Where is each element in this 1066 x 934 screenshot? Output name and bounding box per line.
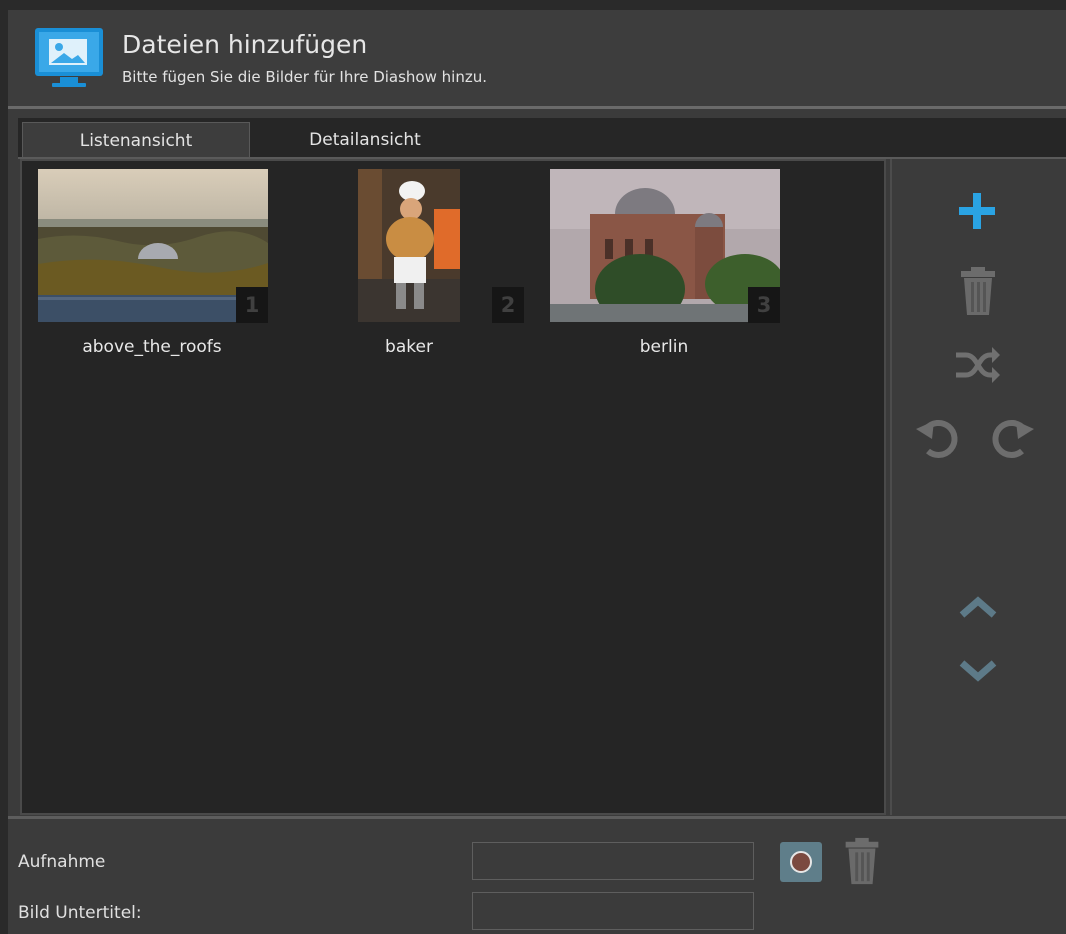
list-item[interactable]: 2 baker [322, 169, 524, 359]
shuffle-icon[interactable] [952, 345, 1002, 385]
list-item[interactable]: 3 berlin [548, 169, 780, 359]
monitor-image-icon [35, 28, 103, 87]
thumbnail-image [38, 169, 268, 322]
bottom-divider [8, 816, 1066, 819]
record-button[interactable] [780, 842, 822, 882]
image-number-badge: 1 [236, 287, 268, 323]
dialog-subtitle: Bitte fügen Sie die Bilder für Ihre Dias… [122, 68, 487, 86]
action-sidebar [890, 159, 1066, 815]
image-number-badge: 2 [492, 287, 524, 323]
trash-icon[interactable] [958, 265, 998, 317]
caption-input[interactable] [472, 892, 754, 930]
recording-input[interactable] [472, 842, 754, 880]
list-item[interactable]: 1 above_the_roofs [36, 169, 268, 359]
dialog-title: Dateien hinzufügen [122, 30, 368, 59]
dialog-header: Dateien hinzufügen Bitte fügen Sie die B… [8, 10, 1066, 106]
view-tabs: Listenansicht Detailansicht [18, 118, 1066, 158]
move-down-icon[interactable] [958, 659, 998, 683]
caption-label: Bild Untertitel: [18, 903, 142, 923]
delete-recording-icon[interactable] [842, 836, 882, 886]
add-icon[interactable] [954, 191, 1000, 231]
image-name: berlin [639, 337, 689, 357]
rotate-right-icon[interactable] [988, 415, 1036, 459]
thumbnail-image [550, 169, 780, 322]
tab-detail-view[interactable]: Detailansicht [250, 122, 480, 158]
recording-label: Aufnahme [18, 852, 106, 872]
header-divider [8, 106, 1066, 109]
rotate-left-icon[interactable] [914, 415, 962, 459]
record-icon [790, 851, 812, 873]
image-name: above_the_roofs [82, 337, 222, 357]
move-up-icon[interactable] [958, 595, 998, 619]
thumbnail-image [358, 169, 460, 322]
image-number-badge: 3 [748, 287, 780, 323]
image-name: baker [385, 337, 433, 357]
image-list[interactable]: 1 above_the_roofs 2 baker 3 berlin [20, 159, 886, 815]
tab-list-view[interactable]: Listenansicht [22, 122, 250, 158]
